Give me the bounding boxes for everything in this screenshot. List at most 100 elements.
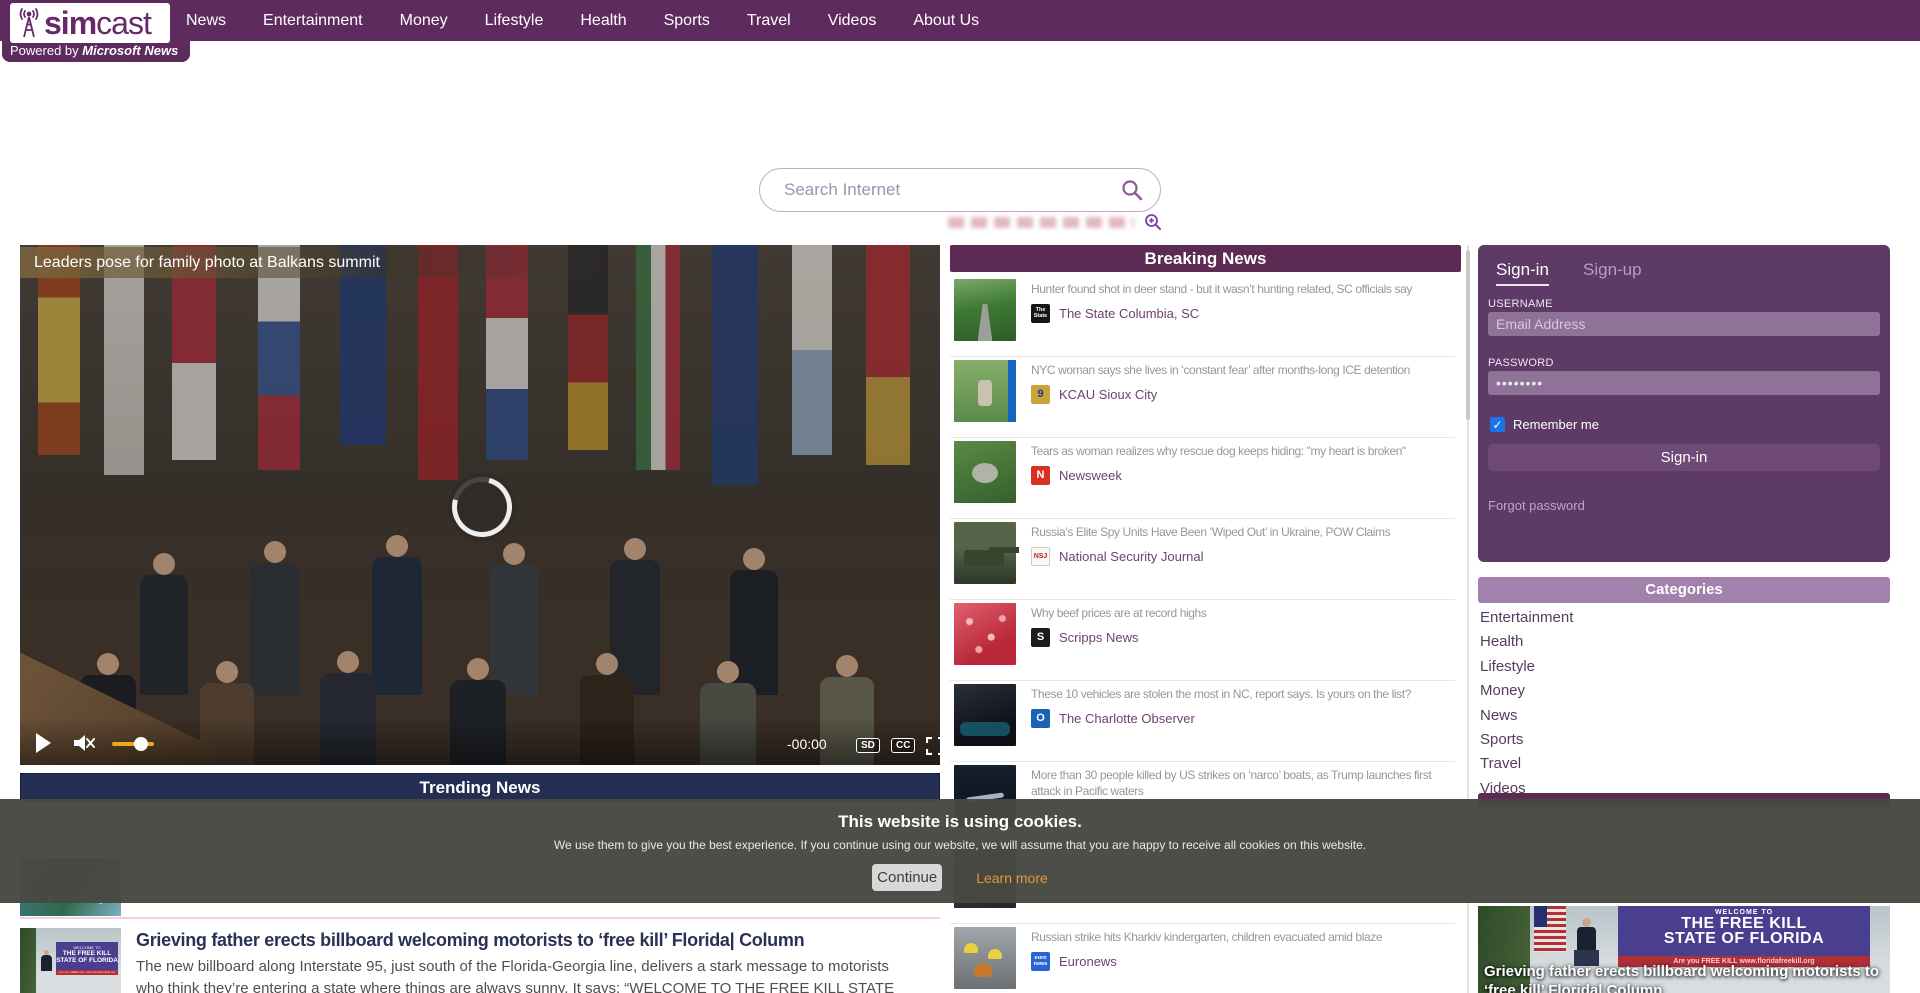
category-money[interactable]: Money xyxy=(1480,682,1888,706)
featured-story-card[interactable]: WELCOME TO THE FREE KILL STATE OF FLORID… xyxy=(1478,906,1890,993)
news-headline[interactable]: More than 30 people killed by US strikes… xyxy=(1031,767,1455,799)
signin-button[interactable]: Sign-in xyxy=(1488,444,1880,471)
category-travel[interactable]: Travel xyxy=(1480,755,1888,779)
muted-volume-icon[interactable] xyxy=(72,732,96,754)
news-headline[interactable]: Russia’s Elite Spy Units Have Been ‘Wipe… xyxy=(1031,524,1455,540)
forgot-password-link[interactable]: Forgot password xyxy=(1488,498,1585,513)
fullscreen-icon[interactable] xyxy=(926,737,940,755)
nav-item-sports[interactable]: Sports xyxy=(664,12,710,30)
video-caption: Leaders pose for family photo at Balkans… xyxy=(20,247,620,278)
source-logo: euro news xyxy=(1031,952,1050,971)
source-name[interactable]: Euronews xyxy=(1059,954,1117,969)
billboard-sign: WELCOME TO THE FREE KILL STATE OF FLORID… xyxy=(1618,906,1870,956)
email-field[interactable] xyxy=(1488,312,1880,336)
category-lifestyle[interactable]: Lifestyle xyxy=(1480,658,1888,682)
featured-headline[interactable]: Grieving father erects billboard welcomi… xyxy=(1484,962,1884,993)
categories-list: Entertainment Health Lifestyle Money New… xyxy=(1480,609,1888,804)
search-input[interactable] xyxy=(784,180,1120,200)
news-item[interactable]: Russia’s Elite Spy Units Have Been ‘Wipe… xyxy=(950,522,1461,584)
play-icon[interactable] xyxy=(36,733,51,753)
radio-tower-icon xyxy=(14,6,44,40)
nav-item-entertainment[interactable]: Entertainment xyxy=(263,12,363,30)
source-logo: The State xyxy=(1031,304,1050,323)
nav-item-news[interactable]: News xyxy=(186,12,226,30)
source-name[interactable]: Scripps News xyxy=(1059,630,1138,645)
volume-slider-knob[interactable] xyxy=(134,737,148,751)
tab-signin[interactable]: Sign-in xyxy=(1496,260,1549,286)
divider xyxy=(20,917,940,919)
cookie-learn-more-link[interactable]: Learn more xyxy=(976,870,1048,886)
remember-me-row: ✓ Remember me xyxy=(1490,417,1599,432)
news-source[interactable]: NSJ National Security Journal xyxy=(1031,547,1455,566)
divider xyxy=(950,680,1455,681)
news-source[interactable]: euro news Euronews xyxy=(1031,952,1455,971)
divider xyxy=(950,356,1455,357)
top-navbar: News Entertainment Money Lifestyle Healt… xyxy=(0,0,1920,41)
source-name[interactable]: The State Columbia, SC xyxy=(1059,306,1199,321)
news-item[interactable]: Tears as woman realizes why rescue dog k… xyxy=(950,441,1461,503)
news-headline[interactable]: These 10 vehicles are stolen the most in… xyxy=(1031,686,1455,702)
news-thumbnail xyxy=(954,360,1016,422)
news-headline[interactable]: Hunter found shot in deer stand - but it… xyxy=(1031,281,1455,297)
cookie-continue-button[interactable]: Continue xyxy=(872,864,942,891)
article-headline[interactable]: Grieving father erects billboard welcomi… xyxy=(136,930,936,951)
news-thumbnail xyxy=(954,684,1016,746)
news-item[interactable]: NYC woman says she lives in ‘constant fe… xyxy=(950,360,1461,422)
news-source[interactable]: The State The State Columbia, SC xyxy=(1031,304,1455,323)
quality-badge[interactable]: SD xyxy=(856,738,880,753)
nav-item-travel[interactable]: Travel xyxy=(747,12,791,30)
category-sports[interactable]: Sports xyxy=(1480,731,1888,755)
news-headline[interactable]: NYC woman says she lives in ‘constant fe… xyxy=(1031,362,1455,378)
news-source[interactable]: O The Charlotte Observer xyxy=(1031,709,1455,728)
divider xyxy=(950,599,1455,600)
source-logo: NSJ xyxy=(1031,547,1050,566)
nav-item-videos[interactable]: Videos xyxy=(828,12,877,30)
video-player[interactable]: Leaders pose for family photo at Balkans… xyxy=(20,245,940,765)
news-headline[interactable]: Why beef prices are at record highs xyxy=(1031,605,1455,621)
source-name[interactable]: National Security Journal xyxy=(1059,549,1204,564)
news-source[interactable]: N Newsweek xyxy=(1031,466,1455,485)
news-source[interactable]: S Scripps News xyxy=(1031,628,1455,647)
scrollbar-thumb[interactable] xyxy=(1466,250,1470,420)
zoom-in-icon[interactable] xyxy=(1144,213,1162,231)
trending-article[interactable]: WELCOME TO THE FREE KILL STATE OF FLORID… xyxy=(20,928,940,993)
news-thumbnail xyxy=(954,603,1016,665)
source-name[interactable]: Newsweek xyxy=(1059,468,1122,483)
nav-item-health[interactable]: Health xyxy=(580,12,626,30)
divider xyxy=(950,437,1455,438)
search-icon[interactable] xyxy=(1120,178,1144,202)
news-thumbnail xyxy=(954,279,1016,341)
search-bar xyxy=(759,168,1161,212)
news-item[interactable]: These 10 vehicles are stolen the most in… xyxy=(950,684,1461,746)
volume-slider[interactable] xyxy=(112,742,154,746)
tab-signup[interactable]: Sign-up xyxy=(1583,260,1642,280)
category-entertainment[interactable]: Entertainment xyxy=(1480,609,1888,633)
categories-header: Categories xyxy=(1478,577,1890,603)
nav-item-about-us[interactable]: About Us xyxy=(913,12,979,30)
cookie-title: This website is using cookies. xyxy=(0,812,1920,832)
trending-news-header: Trending News xyxy=(20,773,940,801)
remember-me-label: Remember me xyxy=(1513,417,1599,432)
site-logo[interactable]: simcast xyxy=(10,3,170,43)
divider xyxy=(950,761,1455,762)
password-field[interactable] xyxy=(1488,371,1880,395)
news-source[interactable]: 9 KCAU Sioux City xyxy=(1031,385,1455,404)
divider xyxy=(950,923,1455,924)
news-item[interactable]: Hunter found shot in deer stand - but it… xyxy=(950,279,1461,341)
nav-item-lifestyle[interactable]: Lifestyle xyxy=(485,12,544,30)
breaking-news-header: Breaking News xyxy=(950,245,1461,272)
news-item[interactable]: Why beef prices are at record highs S Sc… xyxy=(950,603,1461,665)
article-thumbnail: WELCOME TO THE FREE KILL STATE OF FLORID… xyxy=(20,928,121,993)
source-name[interactable]: KCAU Sioux City xyxy=(1059,387,1157,402)
remember-me-checkbox[interactable]: ✓ xyxy=(1490,417,1505,432)
cookie-body: We use them to give you the best experie… xyxy=(0,838,1920,852)
closed-captions-badge[interactable]: CC xyxy=(891,738,915,753)
source-logo: 9 xyxy=(1031,385,1050,404)
news-headline[interactable]: Tears as woman realizes why rescue dog k… xyxy=(1031,443,1455,459)
nav-item-money[interactable]: Money xyxy=(400,12,448,30)
news-headline[interactable]: Russian strike hits Kharkiv kindergarten… xyxy=(1031,929,1455,945)
category-news[interactable]: News xyxy=(1480,707,1888,731)
category-health[interactable]: Health xyxy=(1480,633,1888,657)
source-name[interactable]: The Charlotte Observer xyxy=(1059,711,1195,726)
news-item[interactable]: Russian strike hits Kharkiv kindergarten… xyxy=(950,927,1461,989)
